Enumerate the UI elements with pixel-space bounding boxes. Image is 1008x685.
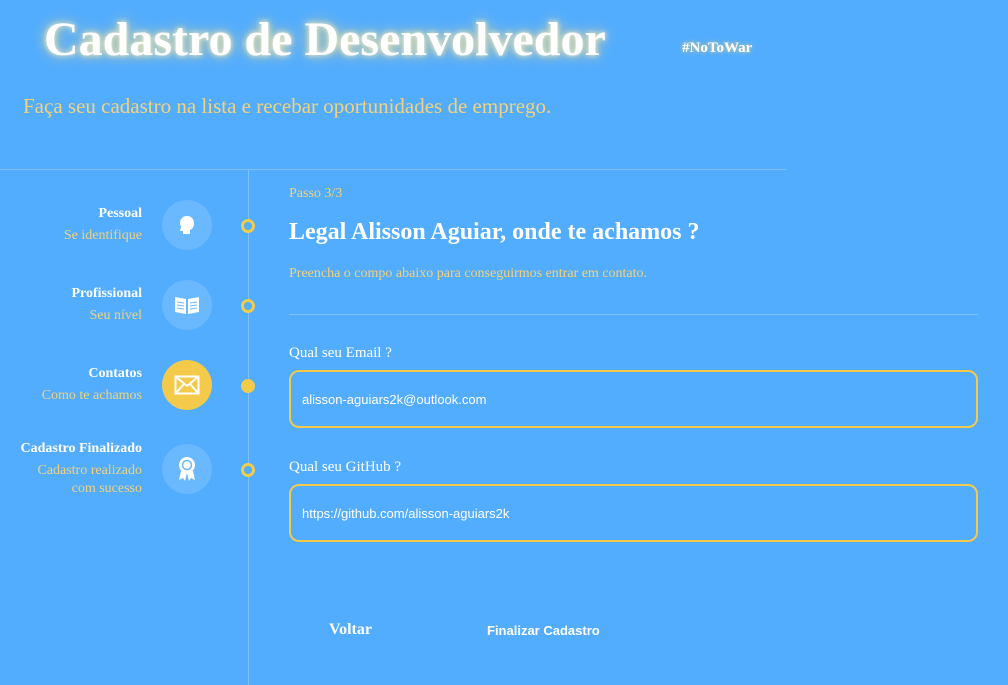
step-profissional-label: Profissional Seu nível: [71, 285, 142, 325]
step-name: Cadastro Finalizado: [20, 441, 142, 456]
step-name: Pessoal: [98, 206, 142, 221]
step-desc-line: Cadastro realizado: [37, 463, 142, 478]
timeline-line: [248, 170, 249, 685]
step-desc: Cadastro realizado com sucesso: [21, 462, 142, 498]
github-field[interactable]: [289, 484, 978, 542]
award-badge-icon: [179, 457, 195, 481]
person-head-icon: [180, 216, 194, 234]
step-pessoal-label: Pessoal Se identifique: [64, 205, 142, 245]
back-button[interactable]: Voltar: [329, 621, 372, 639]
page-title: Cadastro de Desenvolvedor: [44, 13, 606, 66]
step-pessoal-icon-circle[interactable]: [162, 200, 212, 250]
step-pessoal-dot: [241, 219, 255, 233]
step-name: Profissional: [71, 286, 142, 301]
step-contatos-dot: [241, 379, 255, 393]
hashtag-label: #NoToWar: [682, 40, 753, 56]
form-heading: Legal Alisson Aguiar, onde te achamos ?: [289, 219, 700, 245]
step-name: Contatos: [88, 366, 142, 381]
open-book-icon: [175, 297, 199, 314]
step-finalizado-icon-circle[interactable]: [162, 444, 212, 494]
step-contatos-label: Contatos Como te achamos: [42, 365, 142, 405]
step-finalizado-dot: [241, 463, 255, 477]
step-counter: Passo 3/3: [289, 186, 343, 201]
step-profissional-icon-circle[interactable]: [162, 280, 212, 330]
step-desc-line: com sucesso: [71, 481, 142, 496]
page-subtitle: Faça seu cadastro na lista e recebar opo…: [23, 94, 552, 118]
header-divider: [0, 169, 786, 170]
envelope-icon: [174, 375, 200, 395]
step-contatos-icon-circle[interactable]: [162, 360, 212, 410]
email-field[interactable]: [289, 370, 978, 428]
step-profissional-dot: [241, 299, 255, 313]
step-desc: Se identifique: [63, 228, 142, 243]
step-desc: Como te achamos: [41, 388, 142, 403]
email-label: Qual seu Email ?: [289, 345, 392, 361]
form-lead: Preencha o compo abaixo para conseguirmo…: [289, 266, 648, 281]
form-divider: [289, 314, 978, 315]
step-finalizado-label: Cadastro Finalizado Cadastro realizado c…: [21, 440, 142, 498]
step-desc: Seu nível: [89, 308, 143, 323]
github-label: Qual seu GitHub ?: [289, 459, 402, 475]
finish-button[interactable]: Finalizar Cadastro: [487, 623, 600, 638]
